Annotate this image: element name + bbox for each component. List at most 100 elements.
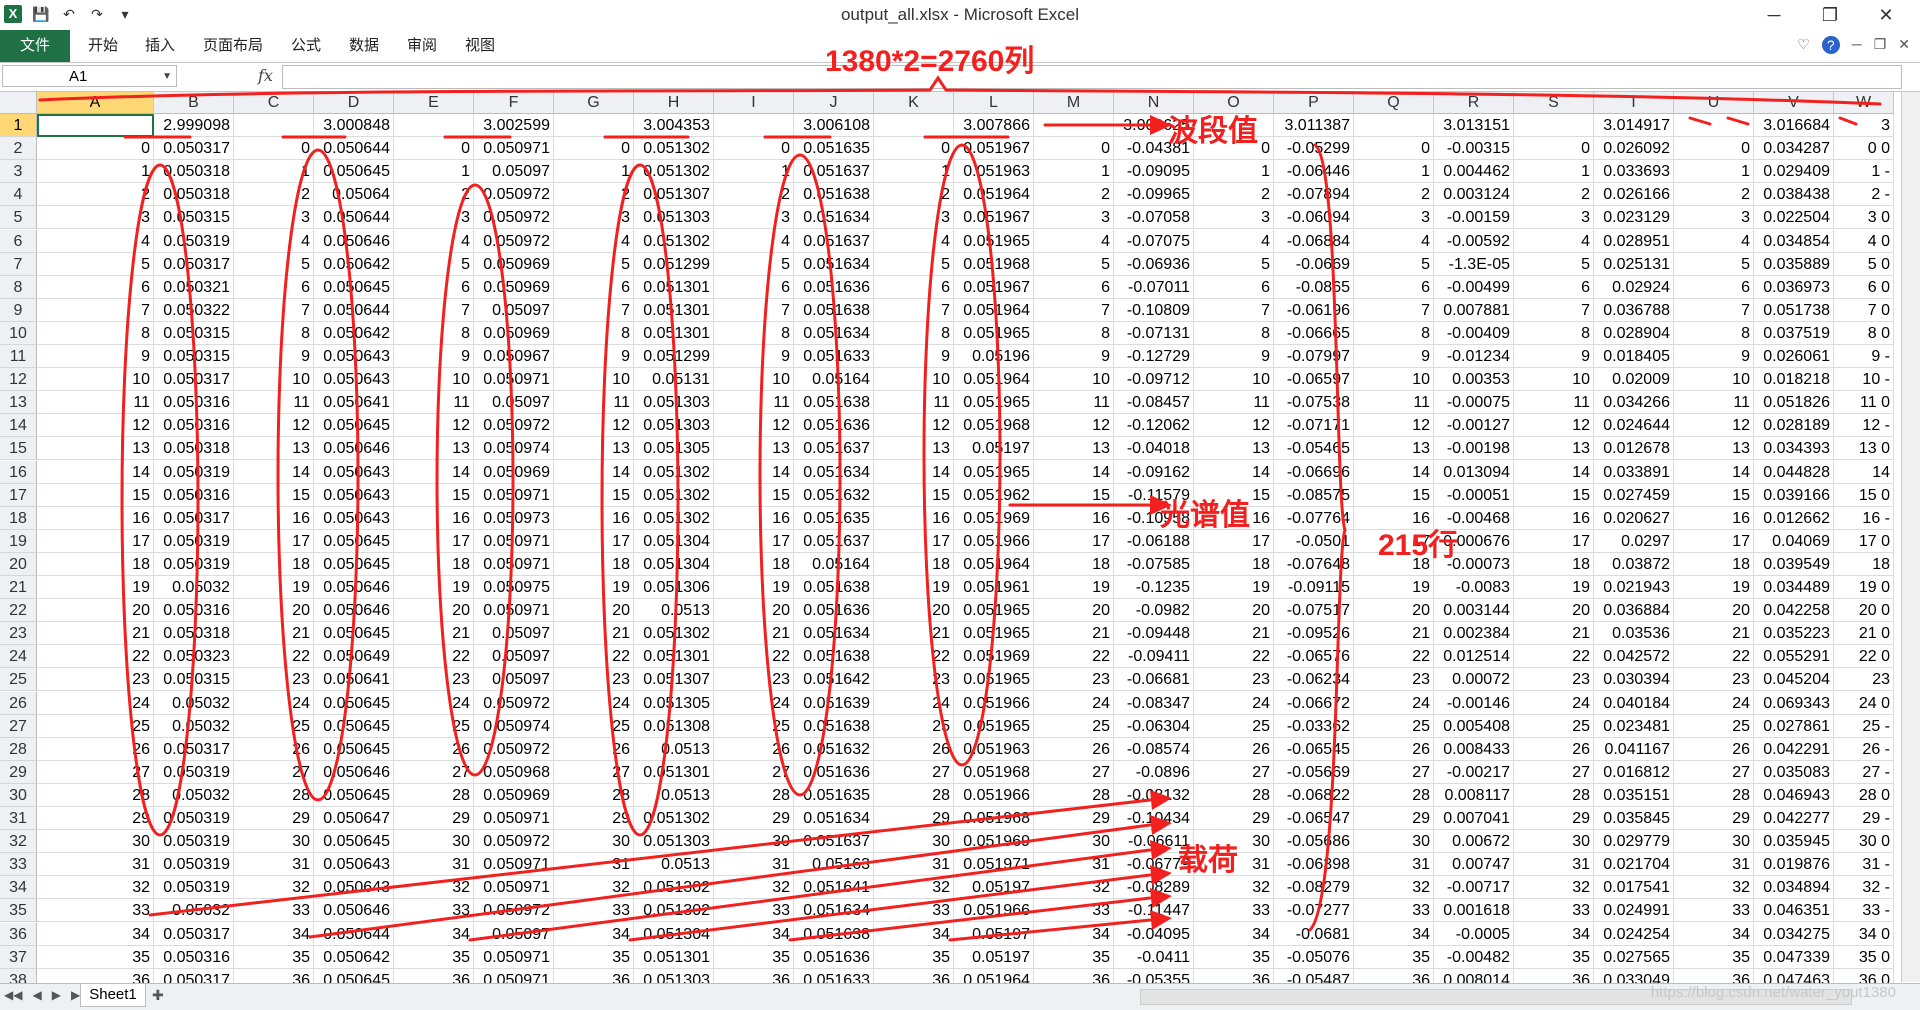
- cell-V8[interactable]: 0.036973: [1754, 275, 1834, 299]
- cell-R22[interactable]: 0.003144: [1434, 599, 1514, 623]
- insert-function-icon[interactable]: fx: [258, 66, 273, 85]
- row-header[interactable]: 6: [0, 229, 37, 253]
- cell-P35[interactable]: -0.07277: [1274, 899, 1354, 923]
- cell-K33[interactable]: 31: [874, 853, 954, 877]
- cell-M11[interactable]: 9: [1034, 345, 1114, 369]
- cell-R3[interactable]: 0.004462: [1434, 160, 1514, 184]
- cell-E32[interactable]: 30: [394, 830, 474, 854]
- cell-J29[interactable]: 0.051636: [794, 760, 874, 784]
- cell-I23[interactable]: 21: [714, 622, 794, 646]
- cell-P1[interactable]: 3.011387: [1274, 114, 1354, 138]
- cell-T8[interactable]: 0.02924: [1594, 275, 1674, 299]
- cell-A34[interactable]: 32: [37, 876, 154, 900]
- cell-D20[interactable]: 0.050645: [314, 552, 394, 576]
- cell-O20[interactable]: 18: [1194, 552, 1274, 576]
- cell-W17[interactable]: 15 0: [1834, 483, 1894, 507]
- cell-S37[interactable]: 35: [1514, 945, 1594, 969]
- cell-D22[interactable]: 0.050646: [314, 599, 394, 623]
- cell-W21[interactable]: 19 0: [1834, 576, 1894, 600]
- cell-V9[interactable]: 0.051738: [1754, 298, 1834, 322]
- cell-C24[interactable]: 22: [234, 645, 314, 669]
- cell-W5[interactable]: 3 0: [1834, 206, 1894, 230]
- cell-W33[interactable]: 31 -: [1834, 853, 1894, 877]
- cell-G37[interactable]: 35: [554, 945, 634, 969]
- cell-D28[interactable]: 0.050645: [314, 737, 394, 761]
- cell-Q12[interactable]: 10: [1354, 368, 1434, 392]
- cell-H4[interactable]: 0.051307: [634, 183, 714, 207]
- cell-U13[interactable]: 11: [1674, 391, 1754, 415]
- cell-M1[interactable]: [1034, 114, 1114, 138]
- cell-F32[interactable]: 0.050972: [474, 830, 554, 854]
- cell-R37[interactable]: -0.00482: [1434, 945, 1514, 969]
- cell-M36[interactable]: 34: [1034, 922, 1114, 946]
- cell-C9[interactable]: 7: [234, 298, 314, 322]
- cell-P27[interactable]: -0.03362: [1274, 714, 1354, 738]
- cell-P8[interactable]: -0.0865: [1274, 275, 1354, 299]
- column-header-C[interactable]: C: [234, 92, 314, 114]
- cell-G4[interactable]: 2: [554, 183, 634, 207]
- cell-E9[interactable]: 7: [394, 298, 474, 322]
- cell-A24[interactable]: 22: [37, 645, 154, 669]
- column-header-Q[interactable]: Q: [1354, 92, 1434, 114]
- cell-A13[interactable]: 11: [37, 391, 154, 415]
- cell-A37[interactable]: 35: [37, 945, 154, 969]
- cell-O29[interactable]: 27: [1194, 760, 1274, 784]
- cell-E30[interactable]: 28: [394, 783, 474, 807]
- cell-N5[interactable]: -0.07058: [1114, 206, 1194, 230]
- cell-C11[interactable]: 9: [234, 345, 314, 369]
- cell-I19[interactable]: 17: [714, 529, 794, 553]
- cell-B16[interactable]: 0.050319: [154, 460, 234, 484]
- cell-J31[interactable]: 0.051634: [794, 807, 874, 831]
- cell-L13[interactable]: 0.051965: [954, 391, 1034, 415]
- cell-Q4[interactable]: 2: [1354, 183, 1434, 207]
- cell-K9[interactable]: 7: [874, 298, 954, 322]
- cell-U20[interactable]: 18: [1674, 552, 1754, 576]
- cell-T28[interactable]: 0.041167: [1594, 737, 1674, 761]
- cell-H27[interactable]: 0.051308: [634, 714, 714, 738]
- cell-A25[interactable]: 23: [37, 668, 154, 692]
- cell-S28[interactable]: 26: [1514, 737, 1594, 761]
- cell-G1[interactable]: [554, 114, 634, 138]
- cell-D23[interactable]: 0.050645: [314, 622, 394, 646]
- cell-V21[interactable]: 0.034489: [1754, 576, 1834, 600]
- cell-P7[interactable]: -0.0669: [1274, 252, 1354, 276]
- cell-G34[interactable]: 32: [554, 876, 634, 900]
- cell-D27[interactable]: 0.050645: [314, 714, 394, 738]
- cell-W4[interactable]: 2 -: [1834, 183, 1894, 207]
- cell-V33[interactable]: 0.019876: [1754, 853, 1834, 877]
- cell-Q31[interactable]: 29: [1354, 807, 1434, 831]
- cell-I35[interactable]: 33: [714, 899, 794, 923]
- cell-H37[interactable]: 0.051301: [634, 945, 714, 969]
- cell-U19[interactable]: 17: [1674, 529, 1754, 553]
- cell-G11[interactable]: 9: [554, 345, 634, 369]
- cell-F6[interactable]: 0.050972: [474, 229, 554, 253]
- cell-W1[interactable]: 3: [1834, 114, 1894, 138]
- column-header-V[interactable]: V: [1754, 92, 1834, 114]
- cell-G18[interactable]: 16: [554, 506, 634, 530]
- cell-J11[interactable]: 0.051633: [794, 345, 874, 369]
- cell-Q35[interactable]: 33: [1354, 899, 1434, 923]
- cell-M12[interactable]: 10: [1034, 368, 1114, 392]
- cell-C35[interactable]: 33: [234, 899, 314, 923]
- cell-M14[interactable]: 12: [1034, 414, 1114, 438]
- cell-B32[interactable]: 0.050319: [154, 830, 234, 854]
- cell-F4[interactable]: 0.050972: [474, 183, 554, 207]
- cell-F9[interactable]: 0.05097: [474, 298, 554, 322]
- cell-M3[interactable]: 1: [1034, 160, 1114, 184]
- cell-C13[interactable]: 11: [234, 391, 314, 415]
- cell-I8[interactable]: 6: [714, 275, 794, 299]
- cell-N3[interactable]: -0.09095: [1114, 160, 1194, 184]
- cell-D26[interactable]: 0.050645: [314, 691, 394, 715]
- cell-I3[interactable]: 1: [714, 160, 794, 184]
- cell-A28[interactable]: 26: [37, 737, 154, 761]
- cell-T1[interactable]: 3.014917: [1594, 114, 1674, 138]
- cell-L19[interactable]: 0.051966: [954, 529, 1034, 553]
- cell-C20[interactable]: 18: [234, 552, 314, 576]
- row-header[interactable]: 26: [0, 691, 37, 715]
- cell-M23[interactable]: 21: [1034, 622, 1114, 646]
- cell-U32[interactable]: 30: [1674, 830, 1754, 854]
- cell-M19[interactable]: 17: [1034, 529, 1114, 553]
- cell-A6[interactable]: 4: [37, 229, 154, 253]
- cell-F37[interactable]: 0.050971: [474, 945, 554, 969]
- cell-U15[interactable]: 13: [1674, 437, 1754, 461]
